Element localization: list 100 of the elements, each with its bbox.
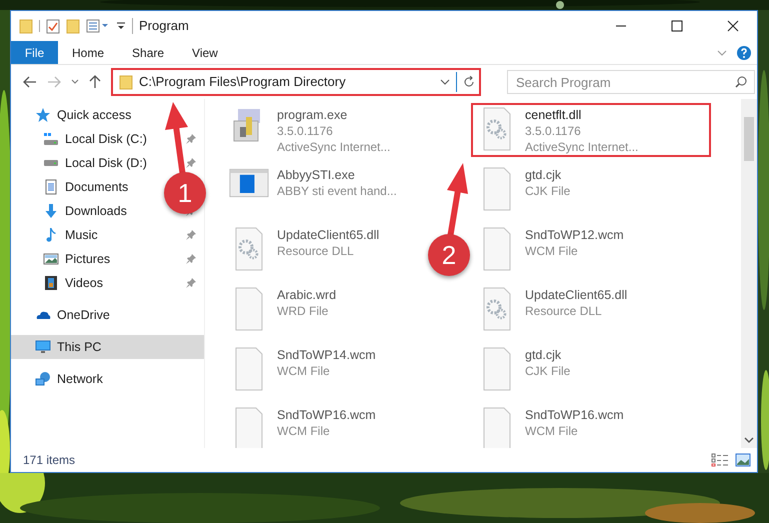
file-name: SndToWP16.wcm [525,407,624,423]
nav-item[interactable]: Downloads [11,199,161,223]
nav-label: Downloads [65,202,127,220]
star-icon [35,107,51,123]
file-detail: 3.5.0.1176 [277,123,334,139]
pin-icon [186,230,196,240]
maximize-icon[interactable] [671,20,683,32]
file-tile[interactable]: UpdateClient65.dll Resource DLL [223,223,386,277]
large-icons-view-icon[interactable] [735,453,751,467]
nav-label: OneDrive [57,306,110,324]
nav-item[interactable]: Pictures [11,247,161,271]
file-detail: CJK File [525,183,570,199]
ribbon-tab[interactable]: Share [118,41,178,64]
file-name: UpdateClient65.dll [525,287,628,303]
nav-label: Music [65,226,98,244]
nav-item[interactable]: Local Disk (C:) [11,127,161,151]
nav-item[interactable]: Videos [11,271,161,295]
file-detail: ActiveSync Internet... [277,139,390,155]
file-detail: WCM File [277,423,331,439]
drive-icon [43,131,59,147]
document-icon [43,179,59,195]
picture-icon [43,251,59,267]
nav-item[interactable]: Music [11,223,161,247]
nav-item[interactable]: This PC [11,335,204,359]
pin-icon [186,254,196,264]
gears-file-icon [482,107,512,151]
file-tile[interactable]: SndToWP14.wcm WCM File [223,343,382,397]
ribbon-tab[interactable]: Home [58,41,118,64]
download-arrow-icon [43,203,59,219]
refresh-icon[interactable] [463,76,475,88]
window-title: Program [139,17,189,36]
up-arrow-icon[interactable] [89,75,101,89]
nav-label: Network [57,370,103,388]
file-detail: ABBY sti event hand... [277,183,397,199]
nav-item[interactable]: Documents [11,175,161,199]
nav-item[interactable]: OneDrive [11,303,161,327]
chevron-down-icon[interactable] [71,79,79,85]
file-name: cenetflt.dll [525,107,582,123]
nav-label: Videos [65,274,103,292]
chevron-down-icon[interactable] [744,436,754,444]
file-tile[interactable]: program.exe 3.5.0.1176 ActiveSync Internet... [223,103,396,157]
file-name: gtd.cjk [525,347,562,363]
file-name: AbbyySTI.exe [277,167,356,183]
pin-icon [186,134,196,144]
file-tile[interactable]: cenetflt.dll 3.5.0.1176 ActiveSync Internet... [471,103,711,157]
address-path: C:\Program Files\Program Directory [139,73,346,92]
file-tile[interactable]: Arabic.wrd WRD File [223,283,342,337]
blank-file-icon [482,407,512,448]
file-detail: Resource DLL [277,243,355,259]
file-detail: WCM File [277,363,331,379]
file-tile[interactable]: SndToWP16.wcm WCM File [471,403,630,448]
details-view-icon[interactable] [711,453,729,467]
search-field[interactable]: Search Program [507,70,755,94]
nav-label: This PC [57,338,102,356]
ribbon-tab[interactable]: File [11,41,58,64]
nav-label: Local Disk (D:) [65,154,147,172]
back-arrow-icon[interactable] [23,76,37,88]
file-name: gtd.cjk [525,167,562,183]
file-name: UpdateClient65.dll [277,227,380,243]
nav-label: Pictures [65,250,110,268]
app-window-icon [229,167,269,199]
blank-file-icon [234,287,264,331]
blank-file-icon [482,167,512,211]
scrollbar[interactable] [741,99,757,448]
nav-label: Quick access [57,106,132,124]
network-icon [35,371,51,387]
file-name: SndToWP12.wcm [525,227,624,243]
nav-item[interactable]: Quick access [11,103,161,127]
help-icon[interactable] [737,46,751,60]
file-tile[interactable]: AbbyySTI.exe ABBY sti event hand... [223,163,403,217]
nav-item[interactable]: Network [11,367,161,391]
file-tile[interactable]: gtd.cjk CJK File [471,343,576,397]
file-tile[interactable]: SndToWP16.wcm WCM File [223,403,382,448]
search-icon[interactable] [735,76,747,88]
properties-icon[interactable] [86,18,110,34]
monitor-icon [35,339,51,355]
blank-file-icon [234,407,264,448]
blank-file-icon [234,347,264,391]
file-detail: CJK File [525,363,570,379]
dropdown-arrow-icon[interactable] [116,20,126,32]
file-detail: ActiveSync Internet... [525,139,638,155]
file-detail: WCM File [525,423,579,439]
ribbon-tab[interactable]: View [178,41,232,64]
folder-icon [119,74,133,90]
file-tile[interactable]: SndToWP12.wcm WCM File [471,223,630,277]
checklist-icon[interactable] [46,18,60,34]
chevron-down-icon[interactable] [440,78,450,86]
file-tile[interactable]: UpdateClient65.dll Resource DLL [471,283,634,337]
scrollbar-thumb[interactable] [744,117,754,161]
film-icon [43,275,59,291]
close-icon[interactable] [727,20,739,32]
gears-file-icon [482,287,512,331]
pin-icon [186,278,196,288]
file-name: Arabic.wrd [277,287,336,303]
blank-file-icon [482,227,512,271]
file-tile[interactable]: gtd.cjk CJK File [471,163,576,217]
nav-item[interactable]: Local Disk (D:) [11,151,161,175]
drive-icon [43,159,59,167]
address-bar[interactable]: C:\Program Files\Program Directory [111,68,481,96]
file-detail: Resource DLL [525,303,603,319]
